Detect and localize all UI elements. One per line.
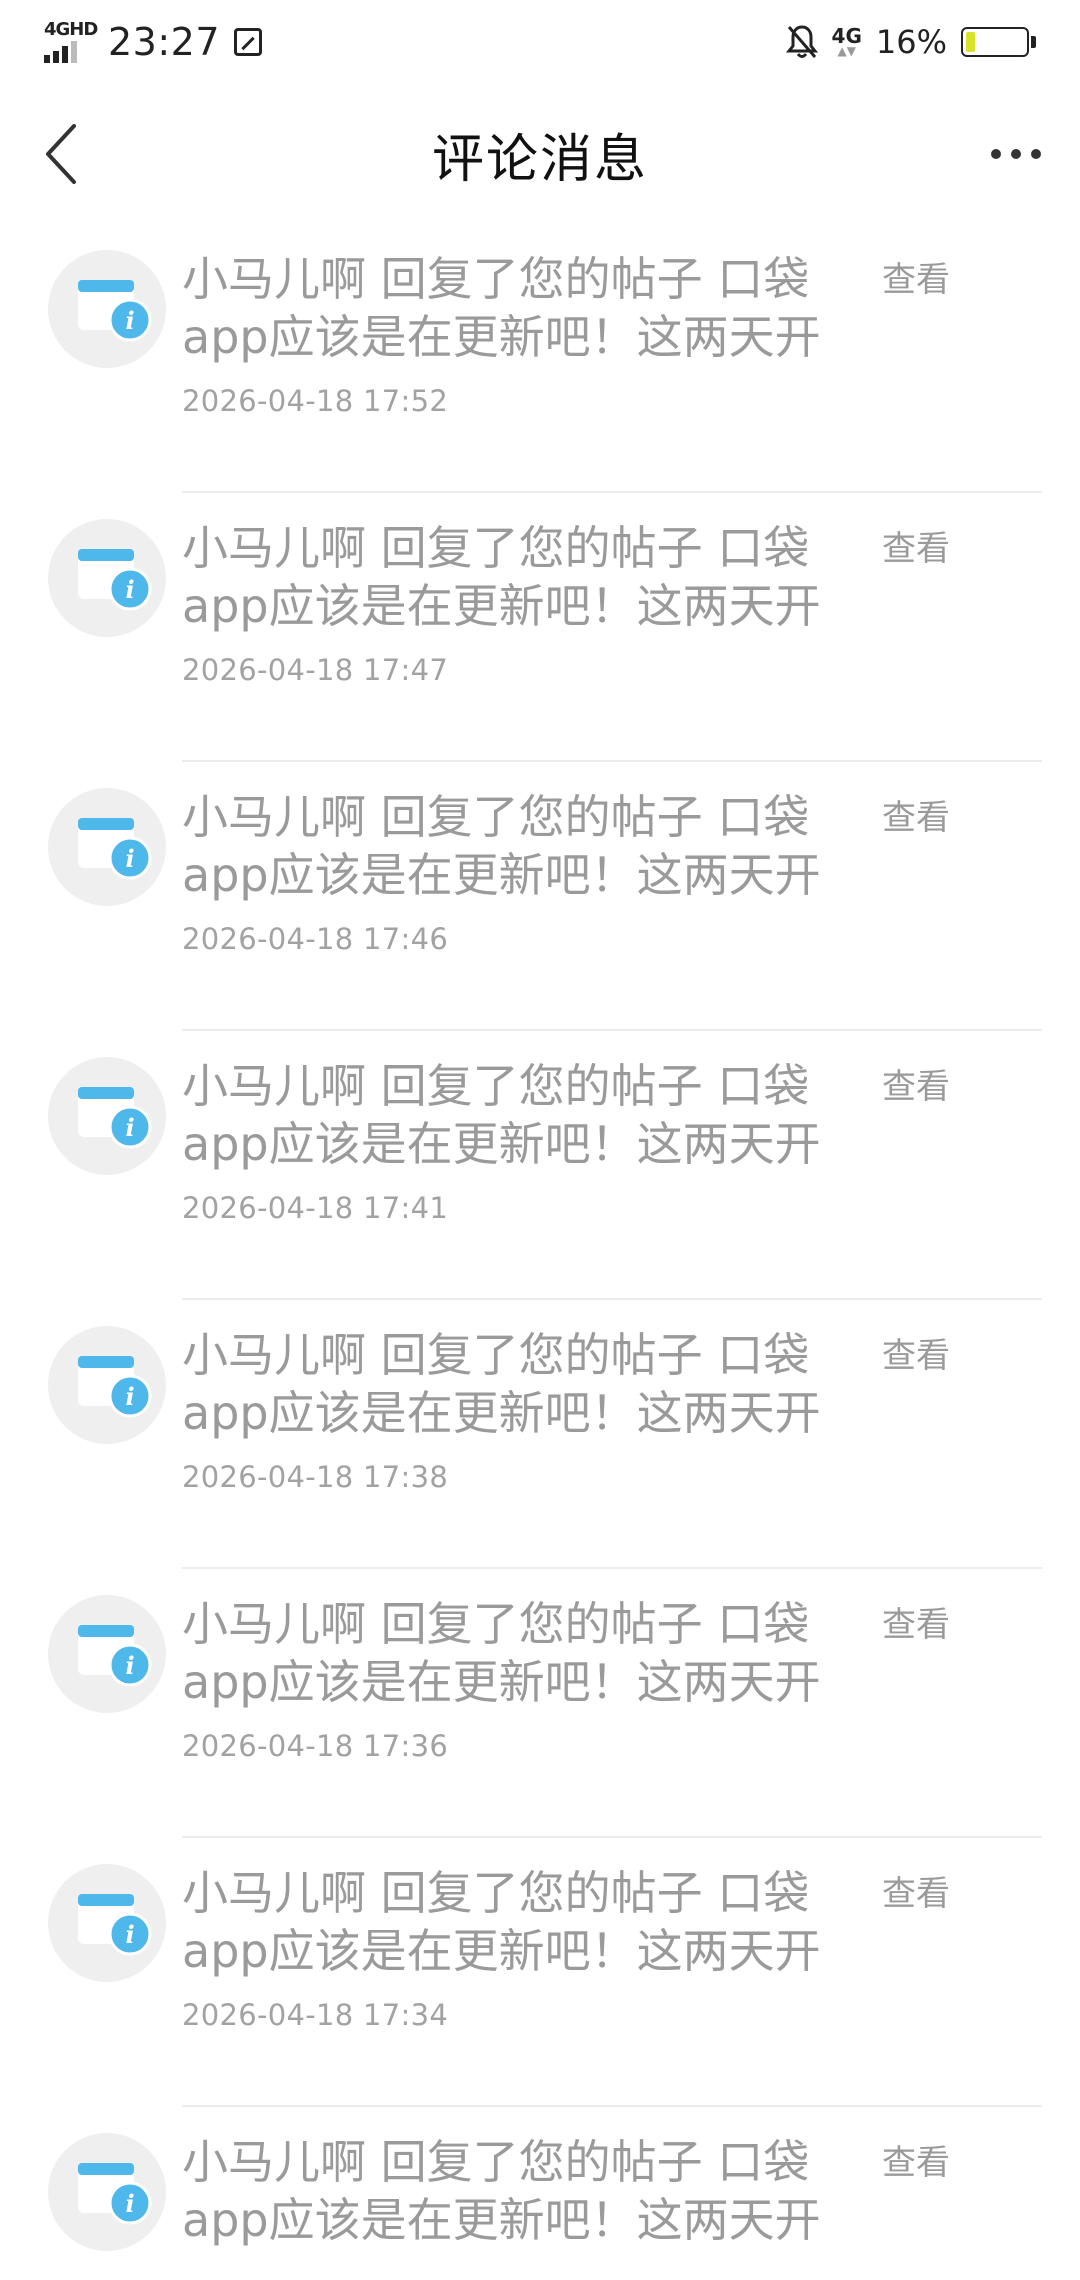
message-text-line-2: app应该是在更新吧！这两天开 — [182, 1386, 821, 1440]
status-bar: 4GHD 23:27 4G ▲▼ 16% — [0, 0, 1080, 84]
list-item[interactable]: i 小马儿啊 回复了您的帖子 口袋 app应该是在更新吧！这两天开 2026-0… — [0, 1838, 1080, 2107]
message-body: 小马儿啊 回复了您的帖子 口袋 app应该是在更新吧！这两天开 2026-04-… — [182, 1595, 842, 1763]
message-text-line-1: 小马儿啊 回复了您的帖子 口袋 — [182, 790, 810, 844]
svg-text:i: i — [125, 1651, 134, 1680]
message-time: 2026-04-18 17:47 — [182, 653, 449, 687]
list-item[interactable]: i 小马儿啊 回复了您的帖子 口袋 app应该是在更新吧！这两天开 2026-0… — [0, 1300, 1080, 1569]
message-body: 小马儿啊 回复了您的帖子 口袋 app应该是在更新吧！这两天开 2026-04-… — [182, 788, 842, 956]
message-text-line-2: app应该是在更新吧！这两天开 — [182, 310, 821, 364]
back-button[interactable] — [20, 114, 100, 194]
message-time: 2026-04-18 17:36 — [182, 1729, 449, 1763]
info-message-icon: i — [78, 1356, 152, 1418]
svg-text:i: i — [125, 1113, 134, 1142]
status-right: 4G ▲▼ 16% — [785, 23, 1036, 61]
info-message-icon: i — [78, 2163, 152, 2225]
more-dot — [991, 149, 1001, 159]
list-item[interactable]: i 小马儿啊 回复了您的帖子 口袋 app应该是在更新吧！这两天开 2026-0… — [0, 1031, 1080, 1300]
message-text-line-1: 小马儿啊 回复了您的帖子 口袋 — [182, 1597, 810, 1651]
network-type: 4GHD — [44, 19, 98, 40]
list-item[interactable]: i 小马儿啊 回复了您的帖子 口袋 app应该是在更新吧！这两天开 2026-0… — [0, 762, 1080, 1031]
bell-off-icon — [785, 24, 818, 60]
message-time: 2026-04-18 17:52 — [182, 384, 449, 418]
avatar: i — [48, 250, 166, 368]
message-text-line-2: app应该是在更新吧！这两天开 — [182, 1117, 821, 1171]
list-item[interactable]: i 小马儿啊 回复了您的帖子 口袋 app应该是在更新吧！这两天开 查看 — [0, 2107, 1080, 2280]
battery-percent: 16% — [875, 23, 947, 61]
message-time: 2026-04-18 17:46 — [182, 922, 449, 956]
list-item[interactable]: i 小马儿啊 回复了您的帖子 口袋 app应该是在更新吧！这两天开 2026-0… — [0, 224, 1080, 493]
mobile-data-label: 4G — [831, 24, 862, 48]
message-body: 小马儿啊 回复了您的帖子 口袋 app应该是在更新吧！这两天开 2026-04-… — [182, 1326, 842, 1494]
cellular-signal-icon: 4GHD — [44, 19, 98, 63]
notification-app-icon — [234, 28, 263, 56]
message-time: 2026-04-18 17:41 — [182, 1191, 449, 1225]
avatar: i — [48, 1864, 166, 1982]
view-button[interactable]: 查看 — [882, 252, 950, 301]
info-message-icon: i — [78, 1625, 152, 1687]
message-text-line-1: 小马儿啊 回复了您的帖子 口袋 — [182, 2135, 810, 2189]
chevron-left-icon — [46, 124, 76, 184]
message-text-line-1: 小马儿啊 回复了您的帖子 口袋 — [182, 521, 810, 575]
more-dot — [1031, 149, 1041, 159]
svg-text:i: i — [125, 306, 134, 335]
message-body: 小马儿啊 回复了您的帖子 口袋 app应该是在更新吧！这两天开 2026-04-… — [182, 1864, 842, 2032]
more-dot — [1011, 149, 1021, 159]
message-text-line-2: app应该是在更新吧！这两天开 — [182, 1655, 821, 1709]
svg-text:i: i — [125, 575, 134, 604]
avatar: i — [48, 1326, 166, 1444]
info-message-icon: i — [78, 1087, 152, 1149]
avatar: i — [48, 1057, 166, 1175]
info-message-icon: i — [78, 280, 152, 342]
message-text-line-2: app应该是在更新吧！这两天开 — [182, 2193, 821, 2247]
view-button[interactable]: 查看 — [882, 1597, 950, 1646]
info-message-icon: i — [78, 1894, 152, 1956]
avatar: i — [48, 2133, 166, 2251]
status-left: 4GHD 23:27 — [44, 19, 263, 64]
message-text-line-1: 小马儿啊 回复了您的帖子 口袋 — [182, 1328, 810, 1382]
message-text-line-2: app应该是在更新吧！这两天开 — [182, 1924, 821, 1978]
message-list[interactable]: i 小马儿啊 回复了您的帖子 口袋 app应该是在更新吧！这两天开 2026-0… — [0, 224, 1080, 2280]
view-button[interactable]: 查看 — [882, 2135, 950, 2184]
message-text-line-2: app应该是在更新吧！这两天开 — [182, 848, 821, 902]
svg-text:i: i — [125, 1382, 134, 1411]
view-button[interactable]: 查看 — [882, 1328, 950, 1377]
view-button[interactable]: 查看 — [882, 1059, 950, 1108]
mobile-data-icon: 4G ▲▼ — [831, 24, 862, 58]
battery-fill — [966, 32, 976, 52]
battery-icon — [961, 27, 1036, 57]
message-body: 小马儿啊 回复了您的帖子 口袋 app应该是在更新吧！这两天开 2026-04-… — [182, 1057, 842, 1225]
view-button[interactable]: 查看 — [882, 790, 950, 839]
signal-bars — [44, 41, 77, 63]
svg-text:i: i — [125, 1920, 134, 1949]
message-text-line-1: 小马儿啊 回复了您的帖子 口袋 — [182, 252, 810, 306]
list-item[interactable]: i 小马儿啊 回复了您的帖子 口袋 app应该是在更新吧！这两天开 2026-0… — [0, 493, 1080, 762]
message-text-line-1: 小马儿啊 回复了您的帖子 口袋 — [182, 1866, 810, 1920]
message-body: 小马儿啊 回复了您的帖子 口袋 app应该是在更新吧！这两天开 — [182, 2133, 842, 2267]
message-time: 2026-04-18 17:38 — [182, 1460, 449, 1494]
message-text-line-1: 小马儿啊 回复了您的帖子 口袋 — [182, 1059, 810, 1113]
svg-text:i: i — [125, 844, 134, 873]
list-item[interactable]: i 小马儿啊 回复了您的帖子 口袋 app应该是在更新吧！这两天开 2026-0… — [0, 1569, 1080, 1838]
page-title: 评论消息 — [431, 129, 648, 190]
avatar: i — [48, 788, 166, 906]
info-message-icon: i — [78, 549, 152, 611]
message-time: 2026-04-18 17:34 — [182, 1998, 449, 2032]
status-time: 23:27 — [108, 20, 221, 64]
message-body: 小马儿啊 回复了您的帖子 口袋 app应该是在更新吧！这两天开 2026-04-… — [182, 250, 842, 418]
more-button[interactable] — [968, 114, 1064, 194]
nav-bar: 评论消息 — [0, 84, 1080, 224]
view-button[interactable]: 查看 — [882, 1866, 950, 1915]
info-message-icon: i — [78, 818, 152, 880]
message-body: 小马儿啊 回复了您的帖子 口袋 app应该是在更新吧！这两天开 2026-04-… — [182, 519, 842, 687]
view-button[interactable]: 查看 — [882, 521, 950, 570]
svg-text:i: i — [125, 2189, 134, 2218]
avatar: i — [48, 519, 166, 637]
message-text-line-2: app应该是在更新吧！这两天开 — [182, 579, 821, 633]
avatar: i — [48, 1595, 166, 1713]
